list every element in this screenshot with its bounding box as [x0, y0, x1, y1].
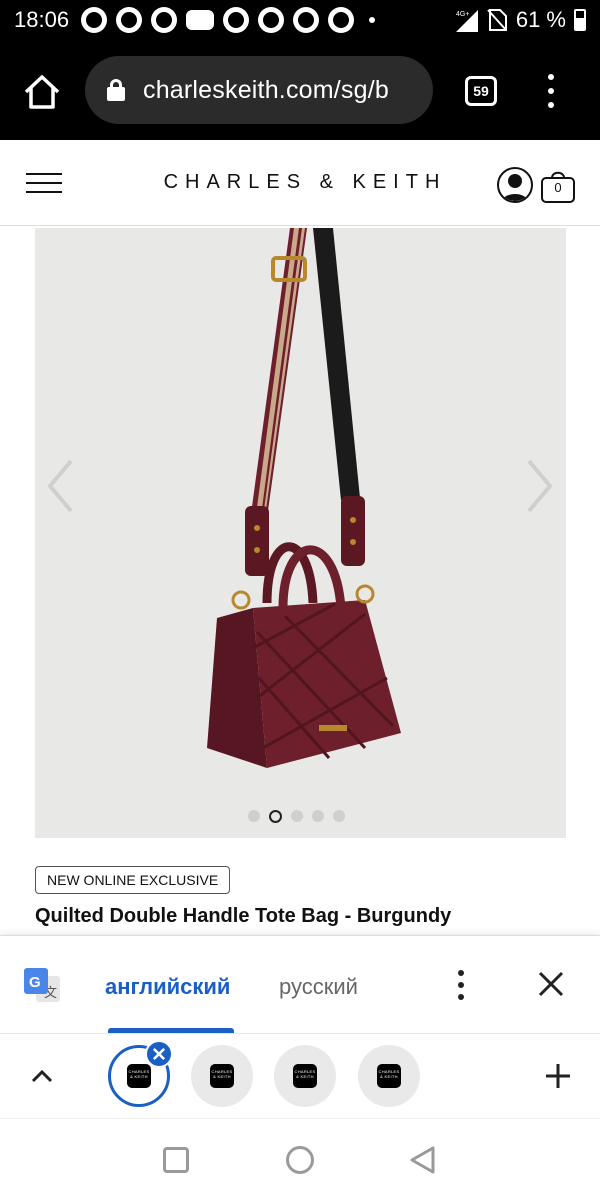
site-logo[interactable]: CHARLES & KEITH: [160, 171, 450, 194]
bag-illustration: [207, 228, 401, 768]
youtube-icon: [186, 10, 215, 30]
battery-percent: 61 %: [515, 7, 566, 32]
google-translate-icon: 文 G: [24, 968, 60, 1002]
app-icon: [151, 7, 178, 33]
network-label: 4G+: [456, 11, 469, 18]
cart-icon[interactable]: 0: [540, 170, 576, 204]
browser-toolbar: charleskeith.com/sg/b 59: [0, 40, 600, 140]
battery-icon: [574, 9, 586, 31]
tab-switcher-button[interactable]: 59: [465, 76, 497, 106]
cart-count: 0: [554, 180, 562, 195]
account-icon[interactable]: [497, 167, 533, 203]
address-bar[interactable]: charleskeith.com/sg/b: [85, 56, 433, 124]
previous-image-arrow-icon[interactable]: [45, 458, 75, 514]
product-image[interactable]: [35, 228, 566, 838]
site-header: CHARLES & KEITH 0: [0, 140, 600, 226]
whatsapp-icon: [81, 7, 108, 33]
translate-options-icon[interactable]: [455, 970, 467, 1000]
svg-text:G: G: [29, 974, 41, 991]
translate-bar: 文 G английский русский: [0, 935, 600, 1034]
more-notifications-dot: [369, 17, 376, 23]
signal-icon: 4G+: [455, 10, 478, 32]
hamburger-menu-icon[interactable]: [26, 173, 62, 193]
threads-icon: [258, 7, 285, 33]
carousel-dot[interactable]: [312, 810, 324, 822]
tab[interactable]: CHARLES & KEITH: [191, 1045, 253, 1107]
tab[interactable]: CHARLES & KEITH: [274, 1045, 336, 1107]
browser-menu-icon[interactable]: [545, 74, 557, 108]
tab[interactable]: CHARLES & KEITH: [358, 1045, 420, 1107]
lock-icon: [107, 79, 125, 101]
home-nav-icon[interactable]: [286, 1146, 314, 1174]
back-icon[interactable]: [408, 1145, 436, 1175]
status-time: 18:06: [14, 7, 70, 32]
carousel-dot-active[interactable]: [269, 809, 282, 823]
chevron-up-icon[interactable]: [28, 1062, 56, 1090]
status-bar: 18:06 4G+ 61 %: [0, 0, 600, 40]
product-badge: NEW ONLINE EXCLUSIVE: [35, 866, 231, 894]
carousel-dot[interactable]: [248, 810, 260, 822]
favicon-icon: CHARLES & KEITH: [127, 1064, 151, 1088]
no-sim-icon: [487, 9, 507, 31]
favicon-icon: CHARLES & KEITH: [377, 1064, 401, 1088]
url-text: charleskeith.com/sg/b: [143, 75, 389, 104]
carousel-dot[interactable]: [291, 810, 303, 822]
source-language-tab[interactable]: английский: [105, 974, 230, 1000]
favicon-icon: CHARLES & KEITH: [293, 1064, 317, 1088]
tab-strip: CHARLES & KEITH CHARLES & KEITH CHARLES …: [0, 1033, 600, 1117]
status-right: 4G+ 61 %: [450, 7, 586, 33]
carousel-dot[interactable]: [333, 810, 345, 822]
instagram-icon: [223, 7, 250, 33]
target-language-tab[interactable]: русский: [279, 974, 358, 1000]
system-navigation-bar: [0, 1118, 600, 1199]
instagram-icon: [328, 7, 355, 33]
image-carousel-dots: [248, 808, 358, 824]
next-image-arrow-icon[interactable]: [525, 458, 555, 514]
new-tab-plus-icon[interactable]: [544, 1062, 572, 1090]
threads-icon: [293, 7, 320, 33]
close-tab-icon[interactable]: [145, 1040, 173, 1068]
favicon-icon: CHARLES & KEITH: [210, 1064, 234, 1088]
product-title: Quilted Double Handle Tote Bag - Burgund…: [35, 905, 452, 927]
close-translate-icon[interactable]: [537, 970, 565, 998]
recent-apps-icon[interactable]: [163, 1147, 189, 1173]
home-icon[interactable]: [22, 72, 62, 112]
notification-icons: [81, 7, 376, 33]
messages-icon: [116, 7, 143, 33]
